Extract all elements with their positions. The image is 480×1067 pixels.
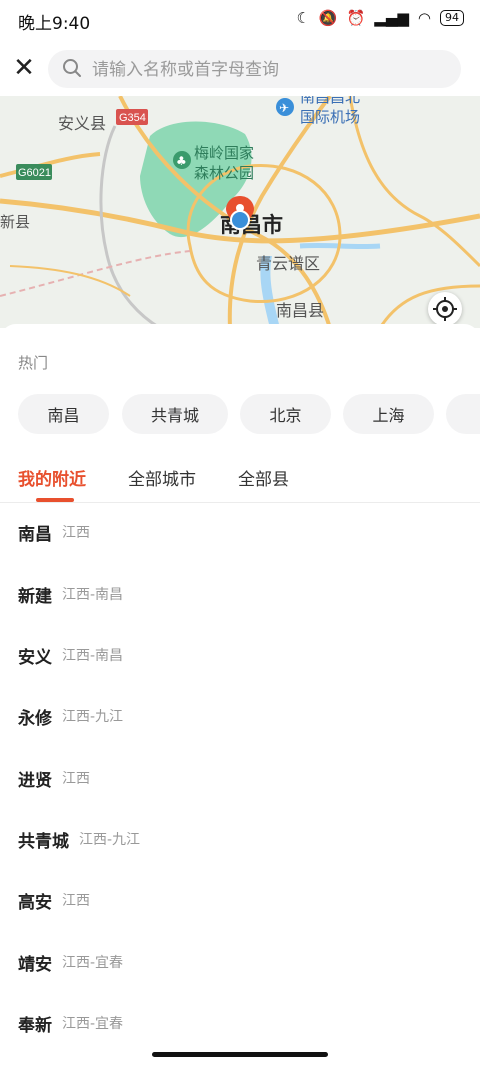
city-name: 进贤	[18, 770, 52, 791]
list-item[interactable]: 永修 江西-九江	[18, 696, 123, 736]
city-name: 靖安	[18, 954, 52, 975]
city-region: 江西-南昌	[62, 587, 124, 603]
moon-icon: ☾	[296, 9, 310, 27]
status-icons: ☾ 🔕 ⏰ ▂▄▆ ◠ 94	[296, 9, 464, 27]
city-name: 安义	[18, 647, 52, 668]
map-label-xinjian: 新县	[0, 214, 30, 231]
city-name: 新建	[18, 586, 52, 607]
list-item[interactable]: 奉新 江西-宜春	[18, 1003, 123, 1043]
search-icon	[63, 59, 81, 77]
city-region: 江西-宜春	[62, 1016, 124, 1032]
tab-all-counties[interactable]: 全部县	[238, 464, 289, 502]
city-region: 江西	[62, 771, 90, 787]
city-picker-sheet: 热门 南昌 共青城 北京 上海 广 我的附近 全部城市 全部县 南昌 江西 新建…	[0, 324, 480, 1067]
city-name: 奉新	[18, 1015, 52, 1036]
list-item[interactable]: 南昌 江西	[18, 512, 90, 552]
map-label-airport-1: 南昌昌北	[300, 96, 360, 106]
alarm-icon: ⏰	[346, 9, 366, 27]
hot-city-chip[interactable]: 北京	[240, 394, 331, 434]
map-label-g6021: G6021	[18, 167, 51, 179]
wifi-icon: ◠	[417, 9, 431, 27]
map-label-g354: G354	[119, 112, 146, 124]
list-item[interactable]: 高安 江西	[18, 880, 90, 920]
list-item[interactable]: 新建 江西-南昌	[18, 574, 123, 614]
search-input[interactable]	[90, 50, 454, 90]
hot-city-chip[interactable]: 共青城	[122, 394, 228, 434]
battery-indicator: 94	[440, 10, 464, 26]
map-label-meiling-2: 森林公园	[194, 165, 254, 182]
city-region: 江西-九江	[79, 832, 141, 848]
map-label-qingyunpu: 青云谱区	[256, 255, 320, 273]
city-tabs: 我的附近 全部城市 全部县	[0, 464, 480, 503]
hot-city-chip[interactable]: 广	[446, 394, 480, 434]
mute-icon: 🔕	[318, 9, 338, 27]
map-label-airport-2: 国际机场	[300, 109, 360, 126]
city-name: 永修	[18, 708, 52, 729]
tab-all-cities[interactable]: 全部城市	[128, 464, 196, 502]
list-item[interactable]: 共青城 江西-九江	[18, 819, 140, 859]
hot-city-chip[interactable]: 南昌	[18, 394, 109, 434]
locate-button[interactable]	[428, 292, 462, 326]
tab-label: 我的附近	[18, 470, 86, 490]
hot-city-chip[interactable]: 上海	[343, 394, 434, 434]
city-name: 共青城	[18, 831, 69, 852]
map-label-meiling-1: 梅岭国家	[194, 145, 254, 162]
search-header: ✕	[0, 44, 480, 96]
svg-text:✈: ✈	[279, 101, 289, 115]
crosshair-icon	[433, 297, 457, 321]
status-bar: 晚上9:40 ☾ 🔕 ⏰ ▂▄▆ ◠ 94	[0, 0, 480, 40]
signal-icon: ▂▄▆	[374, 9, 409, 27]
city-region: 江西-南昌	[62, 648, 124, 664]
hot-cities-row[interactable]: 南昌 共青城 北京 上海 广	[18, 394, 480, 434]
list-item[interactable]: 进贤 江西	[18, 758, 90, 798]
city-region: 江西-九江	[62, 709, 124, 725]
list-item[interactable]: 安义 江西-南昌	[18, 635, 123, 675]
city-region: 江西	[62, 525, 90, 541]
city-name: 高安	[18, 892, 52, 913]
city-region: 江西-宜春	[62, 955, 124, 971]
status-time: 晚上9:40	[18, 14, 91, 34]
map-label-nanchang-county: 南昌县	[276, 302, 324, 320]
tab-nearby[interactable]: 我的附近	[18, 464, 86, 502]
home-indicator[interactable]	[152, 1052, 328, 1057]
list-item[interactable]: 靖安 江西-宜春	[18, 942, 123, 982]
active-tab-indicator	[36, 498, 74, 502]
map-road	[348, 96, 480, 268]
close-icon[interactable]: ✕	[10, 54, 38, 82]
svg-text:♣: ♣	[176, 154, 187, 168]
hot-section-title: 热门	[18, 354, 49, 372]
map-canvas: 安义县 G354 G6021 梅岭国家 森林公园 南昌市 青云谱区 南昌县 南昌…	[0, 96, 480, 328]
search-box[interactable]	[48, 50, 461, 90]
map-label-anyi: 安义县	[58, 115, 106, 133]
city-name: 南昌	[18, 524, 52, 545]
city-region: 江西	[62, 893, 90, 909]
map-view[interactable]: 安义县 G354 G6021 梅岭国家 森林公园 南昌市 青云谱区 南昌县 南昌…	[0, 96, 480, 328]
